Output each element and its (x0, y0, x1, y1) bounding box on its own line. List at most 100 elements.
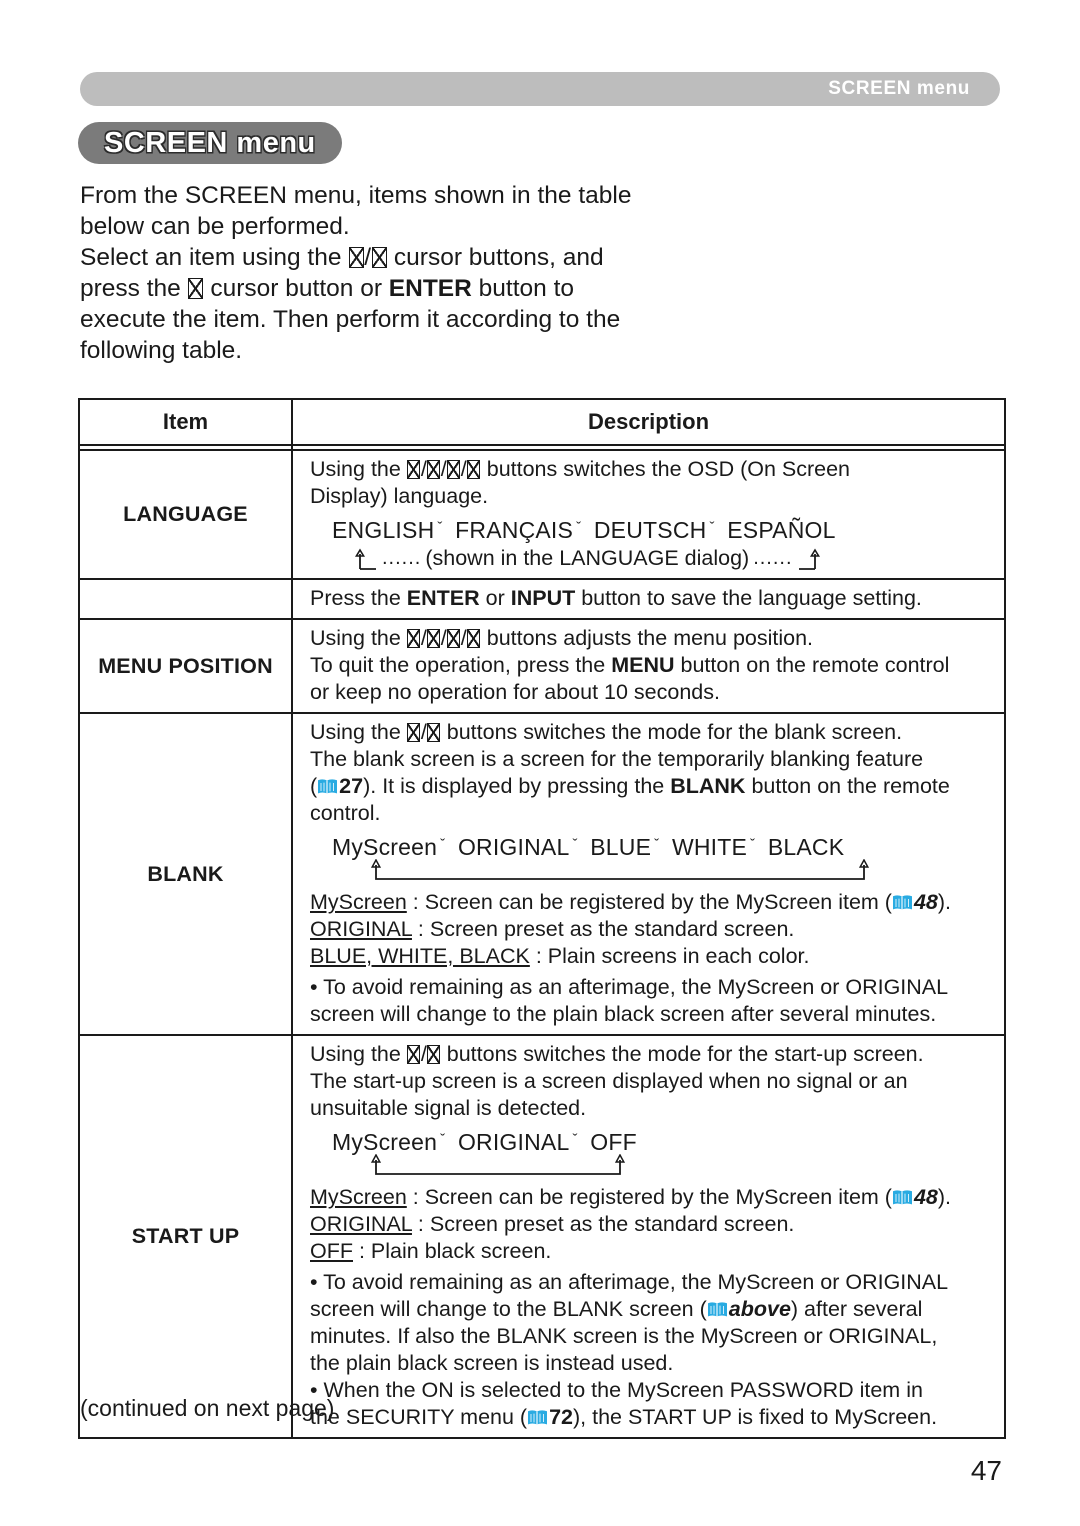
blank-cycle-loop-arrow-icon (332, 859, 994, 883)
startup-option: MyScreen (332, 1129, 438, 1155)
table-row: MENU POSITION Using the / / / buttons adju… (78, 618, 1006, 714)
intro-line-4: press the cursor button or ENTER button … (80, 275, 575, 302)
book-page-reference-icon (317, 778, 338, 795)
startup-line-3: unsuitable signal is detected. (310, 1096, 587, 1120)
blank-bullet-1-line-1: • To avoid remaining as an afterimage, t… (310, 975, 949, 999)
cursor-up-icon (407, 722, 421, 742)
startup-option: OFF (590, 1129, 637, 1155)
startup-bullet-2-line-1: • When the ON is selected to the MyScree… (310, 1378, 923, 1402)
startup-option: ORIGINAL (457, 1129, 570, 1155)
cycle-arrow-icon: ˇ (709, 519, 715, 536)
description-language-footer: Press the ENTER or INPUT button to save … (291, 578, 1006, 620)
cursor-down-icon (371, 247, 387, 268)
startup-option-cycle: MyScreen ˇ ORIGINAL ˇ OFF (332, 1126, 994, 1156)
cursor-right-icon (467, 628, 481, 648)
lang-line-1: Using the / / / buttons switches the OSD (… (310, 457, 851, 481)
startup-def-3: OFF : Plain black screen. (310, 1239, 552, 1263)
startup-bullet-2-line-2: the SECURITY menu (72), the START UP is … (310, 1405, 938, 1429)
page-reference-number: 27 (339, 774, 364, 798)
continued-note: (continued on next page) (80, 1395, 335, 1421)
column-header-item: Item (78, 398, 293, 445)
cycle-arrow-icon: ˇ (576, 519, 582, 536)
cursor-down-icon (427, 628, 441, 648)
blank-option-cycle: MyScreen ˇ ORIGINAL ˇ BLUE ˇ WHITE ˇ BLACK (332, 831, 994, 861)
startup-line-2: The start-up screen is a screen displaye… (310, 1069, 908, 1093)
language-option-cycle: ENGLISH ˇ FRANÇAIS ˇ DEUTSCH ˇ ESPAÑOL (332, 514, 994, 544)
blank-line-2: The blank screen is a screen for the tem… (310, 747, 924, 771)
cycle-arrow-icon: ˇ (440, 836, 446, 853)
blank-def-1: MyScreen : Screen can be registered by t… (310, 890, 952, 914)
page-reference-label: above (728, 1297, 791, 1321)
cursor-up-icon (407, 1044, 421, 1064)
blank-line-3: (27). It is displayed by pressing the BL… (310, 774, 950, 798)
cycle-arrow-icon: ˇ (572, 836, 578, 853)
book-page-reference-icon (892, 894, 913, 911)
cycle-arrow-icon: ˇ (750, 836, 756, 853)
startup-def-2: ORIGINAL : Screen preset as the standard… (310, 1212, 795, 1236)
cursor-left-icon (447, 628, 461, 648)
startup-term-original: ORIGINAL (310, 1212, 412, 1236)
menupos-line-3: or keep no operation for about 10 second… (310, 680, 720, 704)
table-header-row: Item Description (78, 398, 1006, 445)
book-page-reference-icon (892, 1189, 913, 1206)
item-blank: BLANK (78, 712, 293, 1036)
startup-bullet-1-line-2: screen will change to the BLANK screen (… (310, 1297, 923, 1321)
language-option: DEUTSCH (593, 517, 707, 543)
language-loop-note: ...... (shown in the LANGUAGE dialog) ..… (354, 545, 994, 572)
book-page-reference-icon (527, 1409, 548, 1426)
cycle-arrow-icon: ˇ (572, 1131, 578, 1148)
blank-option: WHITE (671, 834, 748, 860)
blank-bullet-1-line-2: screen will change to the plain black sc… (310, 1002, 937, 1026)
item-start-up: START UP (78, 1034, 293, 1439)
loop-note-text: (shown in the LANGUAGE dialog) (425, 546, 750, 570)
cycle-arrow-icon: ˇ (654, 836, 660, 853)
loop-arrow-right-icon (797, 547, 821, 570)
loop-dots-right: ...... (753, 547, 793, 569)
lang-line-2: Display) language. (310, 484, 489, 508)
loop-arrow-left-icon (354, 547, 378, 570)
startup-bullet-1-line-1: • To avoid remaining as an afterimage, t… (310, 1270, 949, 1294)
page-reference-number: 48 (913, 890, 938, 914)
blank-line-1: Using the / buttons switches the mode fo… (310, 720, 903, 744)
startup-term-off: OFF (310, 1239, 353, 1263)
cursor-right-icon (467, 459, 481, 479)
column-header-description: Description (291, 398, 1006, 445)
startup-term-myscreen: MyScreen (310, 1185, 407, 1209)
running-header-bar: SCREEN menu (80, 72, 1000, 106)
page-number: 47 (970, 1455, 1002, 1486)
lang-footer-line: Press the ENTER or INPUT button to save … (310, 586, 922, 610)
language-option: FRANÇAIS (455, 517, 574, 543)
language-option: ENGLISH (332, 517, 435, 543)
blank-line-4: control. (310, 801, 381, 825)
blank-def-2: ORIGINAL : Screen preset as the standard… (310, 917, 795, 941)
cursor-up-icon (407, 459, 421, 479)
item-language-spacer (78, 579, 293, 620)
cursor-up-icon (348, 247, 364, 268)
blank-def-3: BLUE, WHITE, BLACK : Plain screens in ea… (310, 944, 810, 968)
blank-option: BLACK (767, 834, 845, 860)
cursor-down-icon (427, 1044, 441, 1064)
cursor-down-icon (427, 459, 441, 479)
running-header-label: SCREEN menu (828, 78, 970, 99)
startup-bullet-1-line-4: the plain black screen is instead used. (310, 1351, 674, 1375)
description-menu-position: Using the / / / buttons adjusts the menu p… (291, 618, 1006, 714)
page-title-pill: SCREEN menu (78, 122, 342, 164)
intro-line-1: From the SCREEN menu, items shown in the… (80, 182, 632, 209)
loop-dots-left: ...... (382, 547, 422, 569)
description-blank: Using the / buttons switches the mode fo… (291, 712, 1006, 1036)
item-menu-position: MENU POSITION (78, 618, 293, 714)
intro-paragraph: From the SCREEN menu, items shown in the… (80, 180, 720, 366)
enter-button-label: ENTER (388, 275, 472, 302)
description-language: Using the / / / buttons switches the OSD (… (291, 449, 1006, 580)
screen-menu-table: Item Description LANGUAGE Using the / / / … (78, 398, 1006, 1439)
intro-line-2: below can be performed. (80, 213, 350, 240)
cursor-up-icon (407, 628, 421, 648)
cycle-arrow-icon: ˇ (440, 1131, 446, 1148)
startup-cycle-loop-arrow-icon (332, 1154, 994, 1178)
blank-term-myscreen: MyScreen (310, 890, 407, 914)
cursor-right-icon (188, 278, 204, 299)
table-row: Press the ENTER or INPUT button to save … (78, 578, 1006, 620)
page-reference-number: 72 (549, 1405, 573, 1429)
language-option: ESPAÑOL (727, 517, 836, 543)
blank-option: ORIGINAL (457, 834, 570, 860)
